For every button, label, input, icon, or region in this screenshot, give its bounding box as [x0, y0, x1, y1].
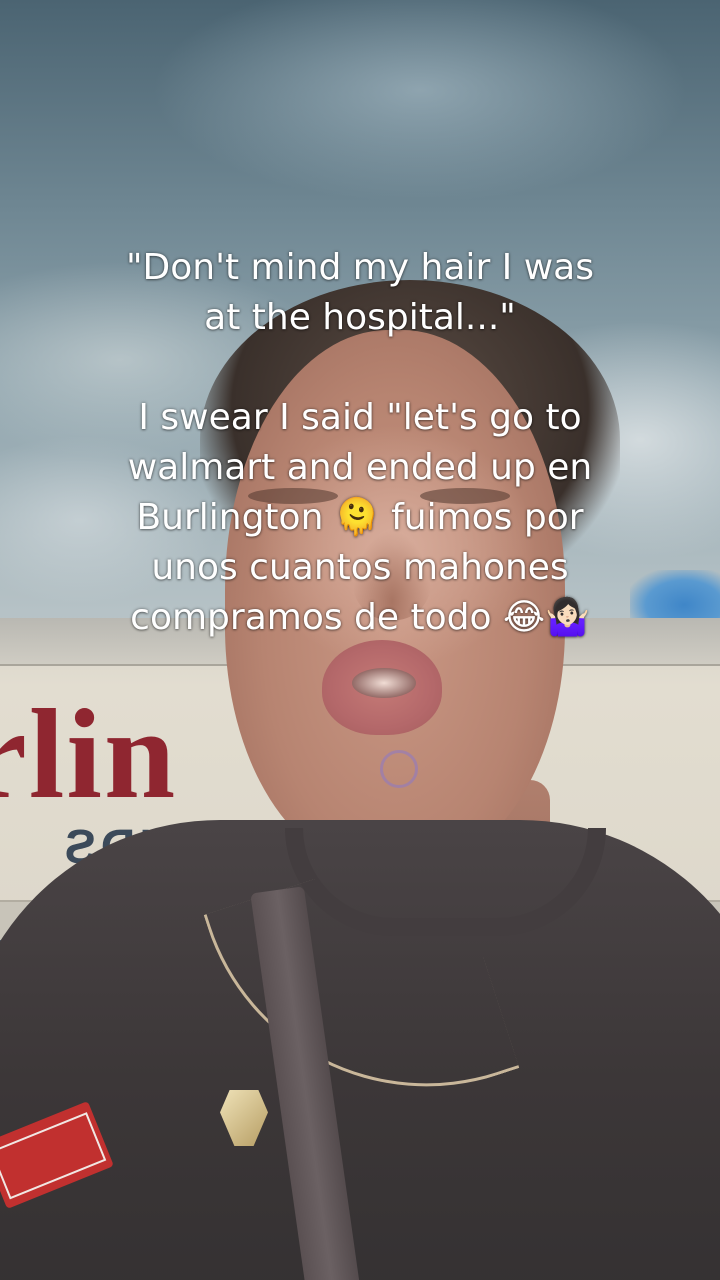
caption-line: walmart and ended up en — [127, 447, 593, 488]
caption-line: Burlington 🫠 fuimos por — [136, 497, 584, 538]
caption-line: at the hospital..." — [204, 297, 516, 338]
caption-line: I swear I said "let's go to — [138, 397, 582, 438]
caption-line: "Don't mind my hair I was — [125, 247, 595, 288]
caption-line: compramos de todo 😂🤷🏻‍♀️ — [130, 597, 590, 638]
video-frame: rlin BRANDS "Don't mind my hair I was at… — [0, 0, 720, 1280]
person-mouth — [352, 668, 416, 698]
store-sign-text: rlin — [0, 683, 178, 825]
video-caption: "Don't mind my hair I was at the hospita… — [100, 243, 620, 643]
caption-line: unos cuantos mahones — [151, 547, 569, 588]
caption-gap — [100, 343, 620, 393]
chin-sticker — [380, 750, 418, 788]
